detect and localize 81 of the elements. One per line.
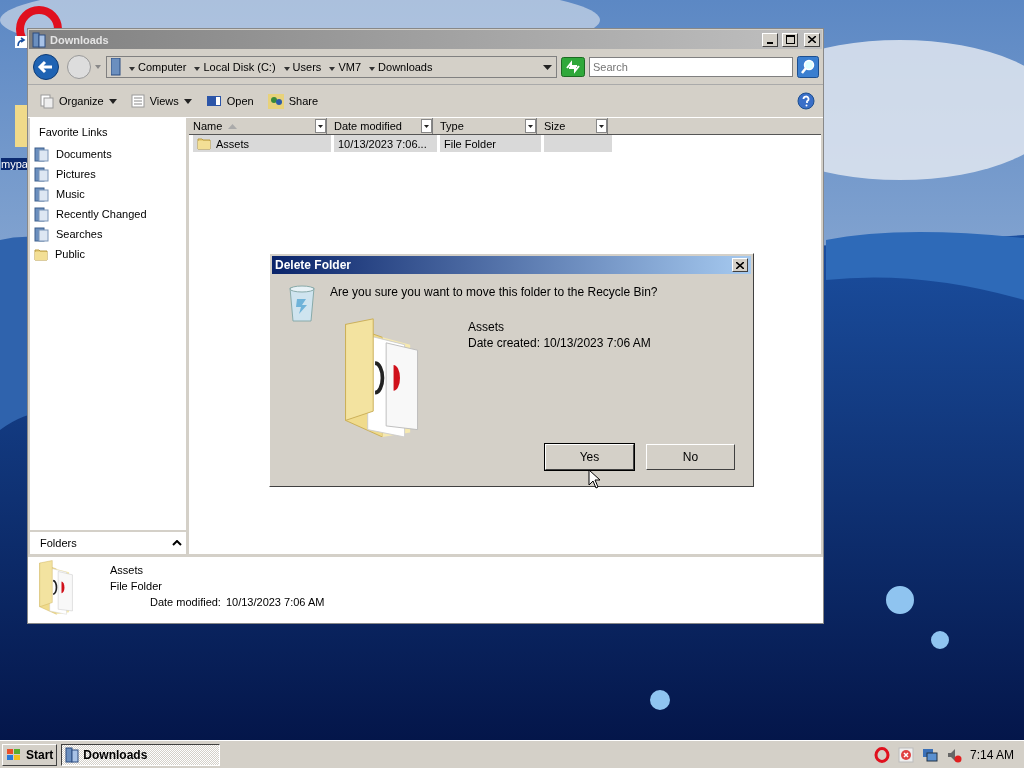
chevron-icon [129,67,135,71]
nav-item[interactable]: Documents [30,144,186,164]
window-title: Downloads [50,33,110,46]
breadcrumb-item[interactable]: Computer [129,61,187,73]
library-icon [34,206,49,222]
dropdown-arrow-icon [108,98,117,104]
start-button[interactable]: Start [2,743,58,766]
library-icon [34,146,49,162]
pages-icon [40,93,54,109]
shortcut-arrow-icon [15,36,27,48]
window-icon [205,95,222,107]
refresh-button[interactable] [561,57,585,77]
folders-bar[interactable]: Folders [30,530,186,554]
error-icon[interactable] [897,746,914,763]
toolbar-button[interactable]: Views [126,92,196,110]
search-icon[interactable] [797,56,819,78]
dialog-title: Delete Folder [275,258,352,272]
chevron-icon [329,67,336,71]
file-row[interactable]: Assets 10/13/2023 7:06... File Folder [193,135,821,152]
minimize-button[interactable] [762,32,778,47]
nav-item[interactable]: Searches [30,224,186,244]
close-button[interactable] [804,32,820,47]
back-button[interactable] [32,53,62,81]
taskbar-button[interactable]: Downloads [61,743,221,766]
window-icon [65,746,80,763]
desktop-icon-label: mypa [1,158,28,170]
minimize-icon [767,41,773,44]
field-label: Date modified: [150,596,221,608]
toolbar-button[interactable]: Share [263,91,323,111]
dropdown-arrow-icon [183,98,192,104]
library-icon [34,226,49,242]
close-icon [808,36,816,43]
nav-item[interactable]: Pictures [30,164,186,184]
library-icon [34,186,49,202]
maximize-button[interactable] [782,32,798,47]
dropdown-arrow-icon[interactable] [543,64,552,70]
library-icon [34,166,49,182]
dialog-button[interactable]: Yes [545,444,634,470]
search-field[interactable]: Search [589,57,793,77]
nav-item[interactable]: Music [30,184,186,204]
chevron-icon [369,67,375,71]
close-button[interactable] [732,258,748,272]
nav-item[interactable]: Recently Changed [30,204,186,224]
address-bar[interactable]: Computer Local Disk (C:) Users VM7 Downloads [106,56,557,78]
opera-icon[interactable] [873,746,890,763]
section-heading: Favorite Links [38,125,109,140]
field-value: 10/13/2023 7:06 AM [225,596,325,608]
dialog-message: Are you sure you want to move this folder to the Recycle Bin? [330,285,658,299]
window-icon [111,58,121,76]
table-cell: File Folder [440,135,541,152]
window-icon [32,31,46,48]
breadcrumb-item[interactable]: VM7 [329,61,361,73]
column-header[interactable]: Size [540,118,608,134]
item-name: Assets [468,320,505,334]
chevron-up-icon [172,540,182,546]
dialog-button[interactable]: No [646,444,735,470]
toolbar-button[interactable]: Organize [36,91,121,111]
list-view-icon [130,94,145,108]
column-header[interactable]: Name [189,118,327,134]
nav-item[interactable]: Public [30,244,186,264]
recycle-bin-icon [288,285,316,323]
toolbar-button[interactable]: Open [201,93,258,109]
people-icon [267,93,284,109]
help-icon[interactable] [797,92,815,110]
chevron-icon [194,67,201,71]
maximize-icon [785,35,795,44]
column-header[interactable]: Date modified [330,118,433,134]
chevron-icon [283,67,290,71]
close-icon [736,261,744,269]
column-header[interactable]: Type [436,118,537,134]
breadcrumb-item[interactable]: Local Disk (C:) [194,61,276,73]
item-date: Date created: 10/13/2023 7:06 AM [468,336,651,350]
breadcrumb-item[interactable]: Downloads [369,61,433,73]
clock: 7:14 AM [969,747,1014,762]
windows-logo-icon [6,747,22,762]
item-name: Assets [110,564,144,576]
table-cell: 10/13/2023 7:06... [334,135,437,152]
file-name: Assets [216,137,249,150]
breadcrumb-item[interactable]: Users [283,61,322,73]
item-type: File Folder [110,580,163,592]
network-icon[interactable] [921,746,938,763]
